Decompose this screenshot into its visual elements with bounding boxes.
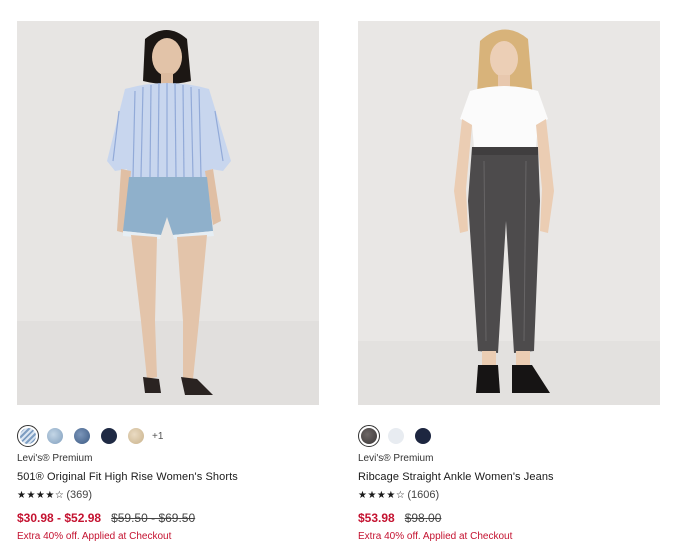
product-image[interactable] bbox=[17, 21, 319, 405]
swatch-medium-wash-blue[interactable] bbox=[74, 428, 90, 444]
product-photo-jeans bbox=[358, 21, 660, 405]
product-card[interactable]: Levi's® Premium Ribcage Straight Ankle W… bbox=[358, 21, 660, 543]
product-name[interactable]: Ribcage Straight Ankle Women's Jeans bbox=[358, 470, 660, 484]
product-rating: ★★★★☆ (369) bbox=[17, 488, 319, 502]
swatch-light-stripe-blue[interactable] bbox=[17, 425, 39, 447]
product-rating: ★★★★☆ (1606) bbox=[358, 488, 660, 502]
more-swatches-count[interactable]: +1 bbox=[152, 431, 163, 442]
price-row: $53.98 $98.00 bbox=[358, 511, 660, 526]
product-name[interactable]: 501® Original Fit High Rise Women's Shor… bbox=[17, 470, 319, 484]
original-price: $98.00 bbox=[404, 511, 442, 525]
swatch-tan[interactable] bbox=[128, 428, 144, 444]
price-row: $30.98 - $52.98 $59.50 - $69.50 bbox=[17, 511, 319, 526]
promo-text: Extra 40% off. Applied at Checkout bbox=[358, 531, 513, 542]
star-rating-icon: ★★★★☆ bbox=[17, 489, 65, 501]
product-photo-shorts bbox=[17, 21, 319, 405]
star-rating-icon: ★★★★☆ bbox=[358, 489, 406, 501]
swatch-charcoal-grey[interactable] bbox=[358, 425, 380, 447]
original-price: $59.50 - $69.50 bbox=[111, 511, 196, 525]
color-swatches: +1 bbox=[17, 425, 319, 447]
review-count[interactable]: (1606) bbox=[407, 489, 439, 501]
swatch-light-wash-blue[interactable] bbox=[47, 428, 63, 444]
swatch-white[interactable] bbox=[388, 428, 404, 444]
product-card[interactable]: +1 Levi's® Premium 501® Original Fit Hig… bbox=[17, 21, 319, 543]
product-image[interactable] bbox=[358, 21, 660, 405]
product-brand: Levi's® Premium bbox=[358, 453, 434, 464]
color-swatches bbox=[358, 425, 660, 447]
review-count[interactable]: (369) bbox=[66, 489, 92, 501]
promo-text: Extra 40% off. Applied at Checkout bbox=[17, 531, 172, 542]
sale-price: $53.98 bbox=[358, 511, 395, 525]
product-brand: Levi's® Premium bbox=[17, 453, 93, 464]
swatch-dark-navy[interactable] bbox=[415, 428, 431, 444]
sale-price: $30.98 - $52.98 bbox=[17, 511, 102, 525]
swatch-dark-navy[interactable] bbox=[101, 428, 117, 444]
